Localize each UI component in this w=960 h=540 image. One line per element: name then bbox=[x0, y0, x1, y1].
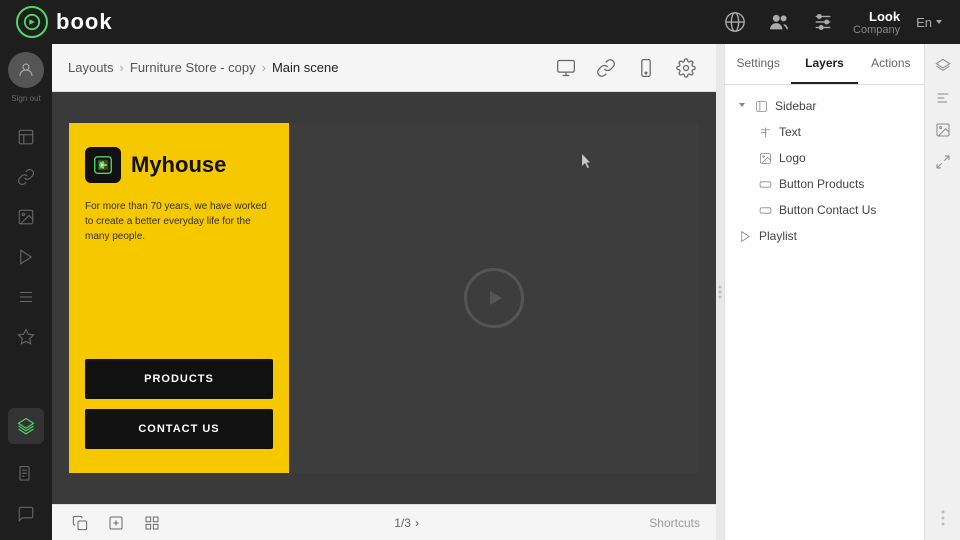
layer-expand-icon[interactable] bbox=[737, 99, 747, 113]
tab-actions[interactable]: Actions bbox=[858, 44, 924, 84]
settings-sliders-icon[interactable] bbox=[809, 8, 837, 36]
layer-item[interactable]: Button Contact Us bbox=[745, 197, 924, 223]
topbar-left: book bbox=[16, 6, 113, 38]
layer-label: Text bbox=[779, 125, 912, 139]
layer-item[interactable]: Text bbox=[745, 119, 924, 145]
breadcrumb-layouts[interactable]: Layouts bbox=[68, 60, 114, 75]
layer-label: Button Products bbox=[779, 177, 912, 191]
contact-us-button[interactable]: CONTACT US bbox=[85, 409, 273, 449]
desktop-icon[interactable] bbox=[552, 54, 580, 82]
strip-drag-handle[interactable] bbox=[929, 504, 957, 532]
canvas-bottom-bar: 1/3 › Shortcuts bbox=[52, 504, 716, 540]
products-button[interactable]: PRODUCTS bbox=[85, 359, 273, 399]
strip-layers-icon[interactable] bbox=[929, 52, 957, 80]
canvas-bottom-left bbox=[68, 511, 164, 535]
logo-text: book bbox=[56, 9, 113, 35]
layer-item[interactable]: Playlist bbox=[725, 223, 924, 249]
layer-label: Playlist bbox=[759, 229, 912, 243]
settings-gear-icon[interactable] bbox=[672, 54, 700, 82]
lang-label: En bbox=[916, 15, 932, 30]
lang-selector[interactable]: En bbox=[916, 15, 944, 30]
logo-icon bbox=[757, 150, 773, 166]
sidebar-item-video[interactable] bbox=[8, 239, 44, 275]
breadcrumb-main-scene: Main scene bbox=[272, 60, 338, 75]
sidebar-item-layers[interactable] bbox=[8, 408, 44, 444]
globe-icon[interactable] bbox=[721, 8, 749, 36]
brand-desc: For more than 70 years, we have worked t… bbox=[85, 199, 273, 244]
canvas-preview: Myhouse For more than 70 years, we have … bbox=[69, 123, 699, 473]
left-sidebar: Sign out bbox=[0, 44, 52, 540]
strip-image-icon[interactable] bbox=[929, 116, 957, 144]
breadcrumb-actions bbox=[552, 54, 700, 82]
canvas-right-panel bbox=[289, 123, 699, 473]
right-panel: Settings Layers Actions Sidebar Text Logo B… bbox=[724, 44, 924, 540]
center-area: Layouts › Furniture Store - copy › Main … bbox=[52, 44, 716, 540]
button-icon bbox=[757, 202, 773, 218]
sidebar-item-doc[interactable] bbox=[8, 456, 44, 492]
topbar: book Look Company En bbox=[0, 0, 960, 44]
pagination-text: 1/3 bbox=[394, 516, 411, 530]
strip-resize-icon[interactable] bbox=[929, 148, 957, 176]
main-layout: Sign out bbox=[0, 44, 960, 540]
logo-icon bbox=[16, 6, 48, 38]
brand-name: Myhouse bbox=[131, 152, 226, 178]
breadcrumb-sep-2: › bbox=[262, 60, 266, 75]
right-tabs: Settings Layers Actions bbox=[725, 44, 924, 85]
sidebar-item-star[interactable] bbox=[8, 319, 44, 355]
button-icon bbox=[757, 176, 773, 192]
tab-settings[interactable]: Settings bbox=[725, 44, 791, 84]
sidebar-item-image[interactable] bbox=[8, 199, 44, 235]
layer-item[interactable]: Logo bbox=[745, 145, 924, 171]
right-icon-strip bbox=[924, 44, 960, 540]
sidebar-icon bbox=[753, 98, 769, 114]
copy-icon[interactable] bbox=[68, 511, 92, 535]
topbar-right: Look Company En bbox=[721, 8, 944, 36]
sidebar-item-list[interactable] bbox=[8, 279, 44, 315]
user-name: Look bbox=[869, 9, 900, 24]
layers-panel: Sidebar Text Logo Button Products Button Con… bbox=[725, 85, 924, 540]
add-page-icon[interactable] bbox=[104, 511, 128, 535]
breadcrumb: Layouts › Furniture Store - copy › Main … bbox=[68, 60, 338, 75]
mobile-icon[interactable] bbox=[632, 54, 660, 82]
layer-label: Button Contact Us bbox=[779, 203, 912, 217]
canvas-buttons: PRODUCTS CONTACT US bbox=[85, 359, 273, 449]
playlist-icon bbox=[737, 228, 753, 244]
breadcrumb-bar: Layouts › Furniture Store - copy › Main … bbox=[52, 44, 716, 92]
sidebar-item-link[interactable] bbox=[8, 159, 44, 195]
layer-item[interactable]: Sidebar bbox=[725, 93, 924, 119]
sidebar-item-chat[interactable] bbox=[8, 496, 44, 532]
sign-out-label: Sign out bbox=[11, 94, 40, 103]
pagination-next[interactable]: › bbox=[415, 516, 419, 530]
brand-logo-area: Myhouse bbox=[85, 147, 273, 183]
breadcrumb-sep-1: › bbox=[120, 60, 124, 75]
layer-label: Logo bbox=[779, 151, 912, 165]
brand-icon bbox=[85, 147, 121, 183]
play-icon bbox=[464, 268, 524, 328]
collapse-bar[interactable] bbox=[716, 44, 724, 540]
tab-layers[interactable]: Layers bbox=[791, 44, 857, 84]
grid-icon[interactable] bbox=[140, 511, 164, 535]
canvas-pagination: 1/3 › bbox=[394, 516, 419, 530]
user-info: Look Company bbox=[853, 9, 900, 36]
canvas-area: Myhouse For more than 70 years, we have … bbox=[52, 92, 716, 504]
strip-text-icon[interactable] bbox=[929, 84, 957, 112]
avatar[interactable] bbox=[8, 52, 44, 88]
breadcrumb-furniture-store[interactable]: Furniture Store - copy bbox=[130, 60, 256, 75]
link-icon[interactable] bbox=[592, 54, 620, 82]
users-icon[interactable] bbox=[765, 8, 793, 36]
user-company: Company bbox=[853, 24, 900, 36]
layer-item[interactable]: Button Products bbox=[745, 171, 924, 197]
sidebar-item-layout[interactable] bbox=[8, 119, 44, 155]
layer-label: Sidebar bbox=[775, 99, 912, 113]
text-icon bbox=[757, 124, 773, 140]
canvas-left-panel: Myhouse For more than 70 years, we have … bbox=[69, 123, 289, 473]
shortcuts-label[interactable]: Shortcuts bbox=[649, 516, 700, 530]
